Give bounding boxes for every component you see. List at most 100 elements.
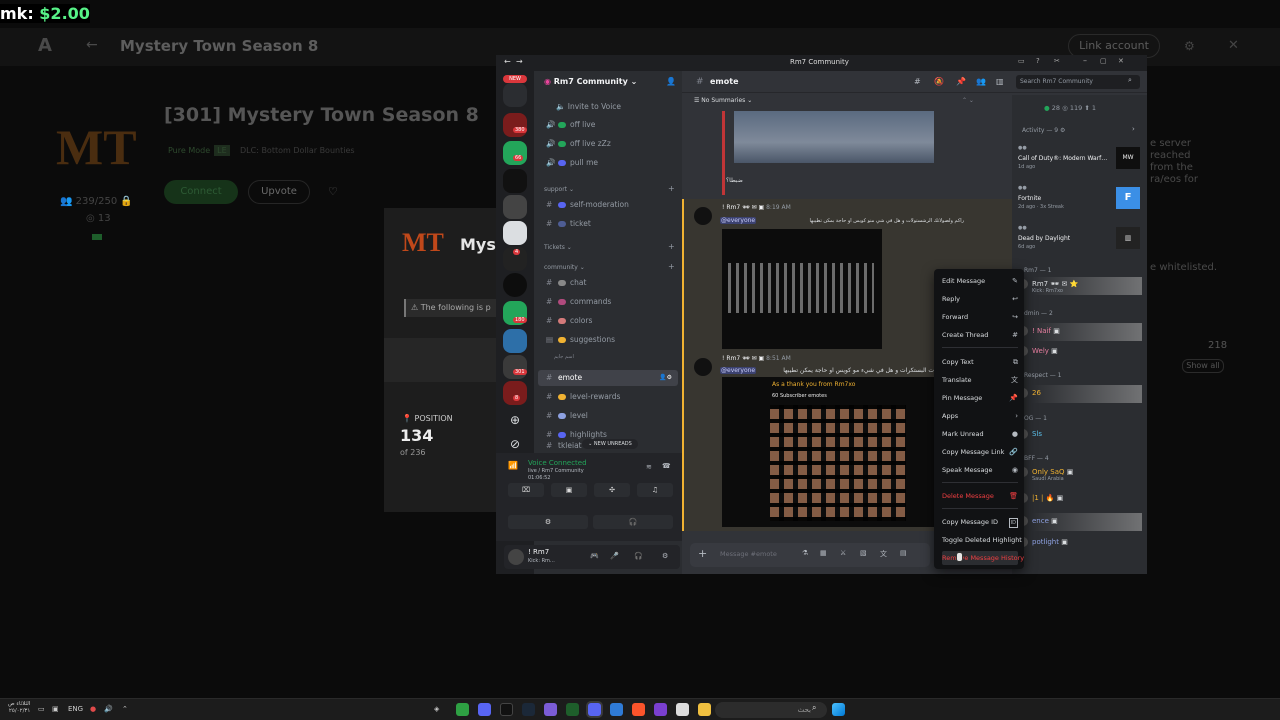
menu-reply[interactable]: Reply ↩ [942, 292, 1018, 306]
gear-icon[interactable]: ⚙ [1184, 39, 1195, 53]
channel-colors[interactable]: # colors [538, 313, 678, 329]
volume-icon[interactable]: 🔊 [104, 705, 113, 713]
threads-icon[interactable]: # [914, 77, 921, 86]
server-icon[interactable] [503, 273, 527, 297]
chevron-right-icon[interactable]: › [1132, 125, 1135, 133]
show-all-button[interactable]: Show all [1182, 359, 1224, 373]
file-explorer-icon[interactable] [698, 703, 711, 716]
add-member-icon[interactable]: 👤 [666, 77, 676, 86]
add-attachment-icon[interactable]: + [698, 547, 707, 560]
jump-up-icon[interactable]: ⌃ ⌄ [962, 97, 974, 104]
chevron-up-icon[interactable]: ⌃ [122, 705, 128, 713]
activity-card[interactable]: ●● Call of Duty®: Modern Warf… 1d ago MW [1018, 143, 1140, 173]
app-icon[interactable] [544, 703, 557, 716]
gif-icon[interactable]: ▧ [860, 549, 867, 557]
menu-delete-message[interactable]: Delete Message 🗑 [942, 489, 1018, 503]
search-input[interactable]: Search Rm7 Community [1016, 75, 1140, 89]
message-image[interactable] [734, 111, 934, 163]
app-icon[interactable] [456, 703, 469, 716]
minimize-icon[interactable]: – [1083, 56, 1087, 65]
menu-translate[interactable]: Translate 文 [942, 373, 1018, 387]
discover-icon[interactable]: ⊘ [510, 437, 520, 451]
headphones-icon[interactable]: 🎧 [634, 552, 643, 560]
inbox-icon[interactable]: ▭ [1018, 57, 1025, 65]
channel-self-moderation[interactable]: # self-moderation [538, 197, 678, 213]
server-icon[interactable] [503, 381, 527, 405]
search-box[interactable]: بحث [715, 702, 827, 718]
menu-pin-message[interactable]: Pin Message 📌 [942, 391, 1018, 405]
clock[interactable]: الثلاثاء ص ٢٥/٠٢/٣١ [8, 701, 30, 715]
channel-level-rewards[interactable]: # level-rewards [538, 389, 678, 405]
notification-icon[interactable]: ▭ [38, 705, 45, 713]
server-icon[interactable] [503, 195, 527, 219]
close-icon[interactable]: ✕ [1228, 38, 1239, 53]
avatar[interactable] [694, 207, 712, 225]
mute-icon[interactable]: ⚔ [840, 549, 846, 557]
nav-back-icon[interactable]: ← [504, 57, 511, 66]
member-item[interactable]: ! Naif ▣ [1018, 326, 1060, 336]
everyone-mention[interactable]: @everyone [720, 217, 757, 224]
apps-icon[interactable]: ▤ [900, 549, 907, 557]
screen-icon[interactable]: ▣ [52, 705, 59, 713]
pin-icon[interactable]: 📌 [956, 77, 966, 86]
category-support[interactable]: support ⌄ [544, 186, 574, 193]
menu-create-thread[interactable]: Create Thread # [942, 328, 1018, 342]
disconnect-icon[interactable]: ☎ [662, 462, 671, 470]
channel-chat[interactable]: # chat [538, 275, 678, 291]
calendar-icon[interactable]: ▦ [820, 549, 827, 557]
app-icon[interactable] [478, 703, 491, 716]
upvote-button[interactable]: Upvote [248, 180, 310, 204]
channel-off-live[interactable]: 🔊 off live [538, 117, 678, 133]
help-icon[interactable]: ? [1036, 57, 1040, 65]
discord-icon[interactable] [588, 703, 601, 716]
inbox-icon[interactable]: ▥ [996, 77, 1004, 86]
category-tickets[interactable]: Tickets ⌄ [544, 244, 572, 251]
server-icon[interactable] [503, 329, 527, 353]
member-item[interactable]: |1 | 🔥 ▣ [1018, 493, 1063, 503]
menu-forward[interactable]: Forward ↪ [942, 310, 1018, 324]
message-composer[interactable]: + Message #emote ⚗ ▦ ⚔ ▧ 文 ▤ [690, 543, 930, 567]
menu-speak-message[interactable]: Speak Message ◉ [942, 463, 1018, 477]
server-icon[interactable] [503, 221, 527, 245]
boost-icon[interactable]: ⚗ [802, 549, 808, 557]
activities-button[interactable]: ✣ [594, 483, 630, 497]
app-icon[interactable] [654, 703, 667, 716]
microphone-icon[interactable]: 🎤 [610, 552, 619, 560]
steam-icon[interactable] [522, 703, 535, 716]
screen-share-button[interactable]: ▣ [551, 483, 587, 497]
channel-off-live-zzz[interactable]: 🔊 off live zZz [538, 136, 678, 152]
menu-toggle-deleted-highlight[interactable]: Toggle Deleted Highlight [942, 533, 1022, 547]
new-unreads-pill[interactable]: ⌄ NEW UNREADS [582, 439, 638, 449]
back-arrow-icon[interactable]: ← [86, 37, 98, 53]
app-icon[interactable] [610, 703, 623, 716]
activity-card[interactable]: ●● Dead by Daylight 6d ago ▥ [1018, 223, 1140, 253]
app-icon[interactable] [676, 703, 689, 716]
add-channel-icon[interactable]: + [668, 242, 675, 251]
window-close-icon[interactable]: ✕ [1118, 57, 1124, 65]
noise-suppression-icon[interactable]: ≋ [646, 463, 652, 471]
heart-icon[interactable]: ♡ [328, 185, 338, 198]
menu-remove-message-history[interactable]: Remove Message History [942, 551, 1024, 565]
members-icon[interactable]: 👥 [976, 77, 986, 86]
channel-commands[interactable]: # commands [538, 294, 678, 310]
everyone-mention[interactable]: @everyone [720, 367, 757, 374]
channel-settings-icon[interactable]: 👤⚙ [659, 370, 672, 386]
channel-emote-active[interactable]: # emote 👤⚙ [538, 370, 678, 386]
channel-pull-me[interactable]: 🔊 pull me [538, 155, 678, 171]
server-icon[interactable] [503, 169, 527, 193]
add-server-icon[interactable]: ⊕ [510, 413, 520, 427]
category-community[interactable]: community ⌄ [544, 264, 585, 271]
add-channel-icon[interactable]: + [668, 262, 675, 271]
server-name-header[interactable]: ◉ Rm7 Community ⌄ [544, 77, 637, 86]
avatar[interactable] [694, 358, 712, 376]
camera-off-button[interactable]: ⌧ [508, 483, 544, 497]
server-icon[interactable] [503, 141, 527, 165]
menu-apps[interactable]: Apps › [942, 409, 1018, 423]
channel-level[interactable]: # level [538, 408, 678, 424]
menu-copy-message-link[interactable]: Copy Message Link 🔗 [942, 445, 1018, 459]
invite-to-voice[interactable]: 🔈 Invite to Voice [538, 99, 678, 115]
gamepad-icon[interactable]: 🎮 [590, 552, 599, 560]
voice-settings-button[interactable]: ⚙ [508, 515, 588, 529]
activity-header[interactable]: Activity — 9 ⚙ [1022, 127, 1065, 134]
start-icon[interactable] [832, 703, 845, 716]
